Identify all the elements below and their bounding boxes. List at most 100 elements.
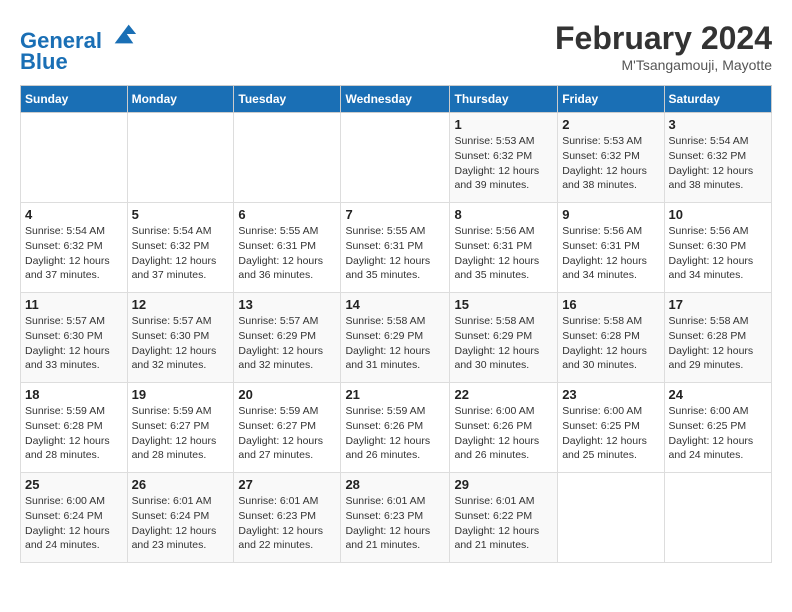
week-row-2: 4 Sunrise: 5:54 AM Sunset: 6:32 PM Daylig… <box>21 203 772 293</box>
calendar-cell: 11 Sunrise: 5:57 AM Sunset: 6:30 PM Dayli… <box>21 293 128 383</box>
day-info: Sunrise: 5:53 AM Sunset: 6:32 PM Dayligh… <box>454 134 553 193</box>
day-number: 15 <box>454 297 553 312</box>
week-row-4: 18 Sunrise: 5:59 AM Sunset: 6:28 PM Dayli… <box>21 383 772 473</box>
day-number: 23 <box>562 387 659 402</box>
logo-icon <box>110 20 138 48</box>
col-header-saturday: Saturday <box>664 86 771 113</box>
day-number: 3 <box>669 117 767 132</box>
day-number: 29 <box>454 477 553 492</box>
col-header-tuesday: Tuesday <box>234 86 341 113</box>
day-number: 12 <box>132 297 230 312</box>
day-info: Sunrise: 5:54 AM Sunset: 6:32 PM Dayligh… <box>25 224 123 283</box>
calendar-cell: 7 Sunrise: 5:55 AM Sunset: 6:31 PM Daylig… <box>341 203 450 293</box>
day-number: 17 <box>669 297 767 312</box>
day-number: 18 <box>25 387 123 402</box>
day-number: 8 <box>454 207 553 222</box>
day-number: 20 <box>238 387 336 402</box>
day-number: 9 <box>562 207 659 222</box>
logo: General Blue <box>20 20 138 75</box>
calendar-cell: 1 Sunrise: 5:53 AM Sunset: 6:32 PM Daylig… <box>450 113 558 203</box>
day-info: Sunrise: 5:55 AM Sunset: 6:31 PM Dayligh… <box>345 224 445 283</box>
calendar-cell: 19Sunrise: 5:59 AM Sunset: 6:27 PM Dayli… <box>127 383 234 473</box>
day-info: Sunrise: 5:57 AM Sunset: 6:29 PM Dayligh… <box>238 314 336 373</box>
logo-blue: Blue <box>20 49 138 75</box>
day-info: Sunrise: 5:59 AM Sunset: 6:27 PM Dayligh… <box>238 404 336 463</box>
day-info: Sunrise: 5:58 AM Sunset: 6:28 PM Dayligh… <box>669 314 767 373</box>
week-row-5: 25 Sunrise: 6:00 AM Sunset: 6:24 PM Dayli… <box>21 473 772 563</box>
col-header-sunday: Sunday <box>21 86 128 113</box>
day-info: Sunrise: 5:57 AM Sunset: 6:30 PM Dayligh… <box>25 314 123 373</box>
day-number: 28 <box>345 477 445 492</box>
calendar-cell: 28 Sunrise: 6:01 AM Sunset: 6:23 PM Dayli… <box>341 473 450 563</box>
col-header-wednesday: Wednesday <box>341 86 450 113</box>
day-info: Sunrise: 5:55 AM Sunset: 6:31 PM Dayligh… <box>238 224 336 283</box>
day-info: Sunrise: 6:00 AM Sunset: 6:26 PM Dayligh… <box>454 404 553 463</box>
page-header: General Blue February 2024 M'Tsangamouji… <box>20 20 772 75</box>
calendar-cell <box>127 113 234 203</box>
week-row-1: 1 Sunrise: 5:53 AM Sunset: 6:32 PM Daylig… <box>21 113 772 203</box>
calendar-cell: 16 Sunrise: 5:58 AM Sunset: 6:28 PM Dayli… <box>558 293 664 383</box>
calendar-header-row: SundayMondayTuesdayWednesdayThursdayFrid… <box>21 86 772 113</box>
day-number: 11 <box>25 297 123 312</box>
calendar-cell: 17 Sunrise: 5:58 AM Sunset: 6:28 PM Dayli… <box>664 293 771 383</box>
calendar-cell: 18 Sunrise: 5:59 AM Sunset: 6:28 PM Dayli… <box>21 383 128 473</box>
calendar-cell: 24 Sunrise: 6:00 AM Sunset: 6:25 PM Dayli… <box>664 383 771 473</box>
day-number: 10 <box>669 207 767 222</box>
day-info: Sunrise: 6:01 AM Sunset: 6:23 PM Dayligh… <box>345 494 445 553</box>
day-info: Sunrise: 5:58 AM Sunset: 6:28 PM Dayligh… <box>562 314 659 373</box>
location: M'Tsangamouji, Mayotte <box>555 57 772 73</box>
day-number: 16 <box>562 297 659 312</box>
calendar-cell: 27Sunrise: 6:01 AM Sunset: 6:23 PM Dayli… <box>234 473 341 563</box>
day-number: 21 <box>345 387 445 402</box>
day-info: Sunrise: 5:59 AM Sunset: 6:26 PM Dayligh… <box>345 404 445 463</box>
day-info: Sunrise: 6:00 AM Sunset: 6:24 PM Dayligh… <box>25 494 123 553</box>
calendar-cell: 5Sunrise: 5:54 AM Sunset: 6:32 PM Daylig… <box>127 203 234 293</box>
calendar-cell <box>21 113 128 203</box>
calendar-cell: 20 Sunrise: 5:59 AM Sunset: 6:27 PM Dayli… <box>234 383 341 473</box>
day-info: Sunrise: 5:56 AM Sunset: 6:31 PM Dayligh… <box>454 224 553 283</box>
day-info: Sunrise: 5:54 AM Sunset: 6:32 PM Dayligh… <box>669 134 767 193</box>
day-number: 25 <box>25 477 123 492</box>
week-row-3: 11 Sunrise: 5:57 AM Sunset: 6:30 PM Dayli… <box>21 293 772 383</box>
calendar-cell: 22 Sunrise: 6:00 AM Sunset: 6:26 PM Dayli… <box>450 383 558 473</box>
calendar-cell: 14 Sunrise: 5:58 AM Sunset: 6:29 PM Dayli… <box>341 293 450 383</box>
day-info: Sunrise: 6:00 AM Sunset: 6:25 PM Dayligh… <box>562 404 659 463</box>
calendar-cell: 29Sunrise: 6:01 AM Sunset: 6:22 PM Dayli… <box>450 473 558 563</box>
calendar-cell: 12Sunrise: 5:57 AM Sunset: 6:30 PM Dayli… <box>127 293 234 383</box>
calendar-cell: 4 Sunrise: 5:54 AM Sunset: 6:32 PM Daylig… <box>21 203 128 293</box>
calendar-cell <box>558 473 664 563</box>
day-info: Sunrise: 5:53 AM Sunset: 6:32 PM Dayligh… <box>562 134 659 193</box>
calendar-cell: 26 Sunrise: 6:01 AM Sunset: 6:24 PM Dayli… <box>127 473 234 563</box>
month-title: February 2024 <box>555 20 772 57</box>
calendar-cell <box>664 473 771 563</box>
col-header-friday: Friday <box>558 86 664 113</box>
day-number: 22 <box>454 387 553 402</box>
day-number: 7 <box>345 207 445 222</box>
day-info: Sunrise: 6:01 AM Sunset: 6:23 PM Dayligh… <box>238 494 336 553</box>
calendar-cell: 3 Sunrise: 5:54 AM Sunset: 6:32 PM Daylig… <box>664 113 771 203</box>
title-block: February 2024 M'Tsangamouji, Mayotte <box>555 20 772 73</box>
day-info: Sunrise: 6:00 AM Sunset: 6:25 PM Dayligh… <box>669 404 767 463</box>
day-info: Sunrise: 5:56 AM Sunset: 6:31 PM Dayligh… <box>562 224 659 283</box>
calendar-cell <box>234 113 341 203</box>
calendar-cell: 9 Sunrise: 5:56 AM Sunset: 6:31 PM Daylig… <box>558 203 664 293</box>
day-number: 14 <box>345 297 445 312</box>
calendar-cell: 23 Sunrise: 6:00 AM Sunset: 6:25 PM Dayli… <box>558 383 664 473</box>
day-number: 24 <box>669 387 767 402</box>
day-number: 13 <box>238 297 336 312</box>
day-number: 1 <box>454 117 553 132</box>
day-info: Sunrise: 5:58 AM Sunset: 6:29 PM Dayligh… <box>345 314 445 373</box>
day-info: Sunrise: 5:58 AM Sunset: 6:29 PM Dayligh… <box>454 314 553 373</box>
calendar-cell <box>341 113 450 203</box>
day-info: Sunrise: 5:59 AM Sunset: 6:28 PM Dayligh… <box>25 404 123 463</box>
calendar-cell: 25 Sunrise: 6:00 AM Sunset: 6:24 PM Dayli… <box>21 473 128 563</box>
day-number: 26 <box>132 477 230 492</box>
calendar-cell: 21 Sunrise: 5:59 AM Sunset: 6:26 PM Dayli… <box>341 383 450 473</box>
calendar-cell: 15 Sunrise: 5:58 AM Sunset: 6:29 PM Dayli… <box>450 293 558 383</box>
calendar-table: SundayMondayTuesdayWednesdayThursdayFrid… <box>20 85 772 563</box>
day-info: Sunrise: 5:54 AM Sunset: 6:32 PM Dayligh… <box>132 224 230 283</box>
day-info: Sunrise: 5:56 AM Sunset: 6:30 PM Dayligh… <box>669 224 767 283</box>
day-number: 6 <box>238 207 336 222</box>
day-number: 4 <box>25 207 123 222</box>
day-info: Sunrise: 6:01 AM Sunset: 6:24 PM Dayligh… <box>132 494 230 553</box>
